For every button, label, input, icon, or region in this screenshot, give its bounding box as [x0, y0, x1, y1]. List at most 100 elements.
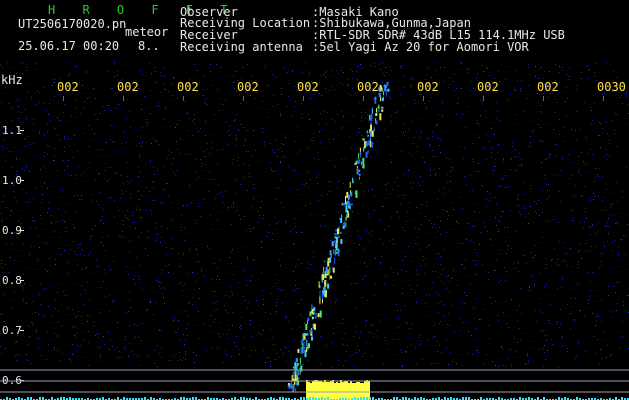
noise-pixel — [509, 276, 510, 277]
noise-pixel — [53, 322, 54, 323]
frequency-tick-mark — [20, 330, 24, 331]
noise-pixel — [517, 320, 518, 321]
noise-pixel — [497, 152, 498, 153]
noise-pixel — [480, 232, 481, 233]
noise-pixel — [310, 264, 311, 265]
noise-pixel — [496, 259, 497, 260]
noise-pixel — [82, 269, 83, 270]
noise-pixel — [271, 169, 272, 170]
noise-pixel — [392, 239, 393, 240]
noise-pixel — [443, 269, 444, 270]
noise-pixel — [28, 326, 29, 327]
noise-pixel — [319, 131, 320, 132]
noise-pixel — [53, 237, 54, 238]
noise-pixel — [214, 179, 215, 180]
noise-pixel — [390, 154, 391, 155]
noise-pixel — [88, 342, 89, 343]
meteor-echo-segment — [342, 222, 344, 226]
noise-pixel — [341, 128, 342, 129]
noise-pixel — [418, 118, 419, 119]
noise-pixel — [285, 221, 286, 222]
noise-pixel — [198, 203, 199, 204]
noise-pixel — [175, 127, 176, 128]
noise-pixel — [155, 71, 156, 72]
noise-pixel — [131, 180, 132, 181]
noise-pixel — [421, 224, 422, 225]
noise-pixel — [612, 205, 613, 206]
noise-pixel — [194, 64, 195, 65]
noise-pixel — [239, 354, 240, 355]
noise-pixel — [196, 262, 197, 263]
noise-pixel — [547, 158, 548, 159]
noise-pixel — [179, 283, 180, 284]
noise-pixel — [5, 348, 6, 349]
noise-pixel — [314, 270, 315, 271]
noise-pixel — [110, 167, 111, 168]
noise-pixel — [109, 295, 110, 296]
noise-pixel — [86, 267, 87, 268]
noise-pixel — [162, 293, 163, 294]
noise-pixel — [335, 302, 336, 303]
noise-pixel — [11, 210, 12, 211]
noise-pixel — [530, 348, 531, 349]
noise-pixel — [254, 188, 255, 189]
noise-pixel — [492, 245, 493, 246]
noise-pixel — [346, 121, 347, 122]
mode-label: meteor — [125, 25, 169, 39]
noise-pixel — [205, 156, 206, 157]
noise-pixel — [412, 78, 413, 79]
meteor-echo-segment — [297, 370, 300, 376]
noise-pixel — [263, 350, 264, 351]
noise-pixel — [498, 358, 499, 359]
meteor-echo-segment — [330, 275, 333, 279]
noise-pixel — [466, 227, 467, 228]
noise-pixel — [466, 322, 467, 323]
noise-pixel — [285, 317, 286, 318]
noise-pixel — [142, 142, 143, 143]
noise-pixel — [566, 115, 567, 116]
noise-pixel — [76, 333, 77, 334]
noise-pixel — [585, 208, 586, 209]
noise-pixel — [96, 201, 97, 202]
noise-pixel — [162, 202, 163, 203]
noise-pixel — [479, 137, 480, 138]
noise-pixel — [171, 360, 172, 361]
noise-pixel — [84, 133, 85, 134]
noise-pixel — [28, 360, 29, 361]
noise-pixel — [283, 353, 284, 354]
noise-pixel — [34, 221, 35, 222]
noise-pixel — [381, 256, 382, 257]
noise-pixel — [262, 101, 263, 102]
noise-pixel — [476, 260, 477, 261]
noise-pixel — [252, 312, 253, 313]
noise-pixel — [393, 339, 394, 340]
noise-pixel — [605, 226, 606, 227]
noise-pixel — [524, 206, 525, 207]
noise-pixel — [519, 305, 520, 306]
noise-pixel — [449, 291, 450, 292]
noise-pixel — [530, 136, 531, 137]
noise-pixel — [360, 332, 361, 333]
noise-pixel — [83, 108, 84, 109]
noise-pixel — [562, 158, 563, 159]
noise-pixel — [361, 117, 362, 118]
noise-pixel — [403, 87, 404, 88]
noise-pixel — [185, 353, 186, 354]
noise-pixel — [47, 145, 48, 146]
noise-pixel — [592, 225, 593, 226]
noise-pixel — [451, 305, 452, 306]
noise-pixel — [462, 243, 463, 244]
noise-pixel — [194, 325, 195, 326]
noise-pixel — [432, 136, 433, 137]
noise-pixel — [344, 295, 345, 296]
noise-pixel — [328, 181, 329, 182]
noise-pixel — [546, 284, 547, 285]
noise-pixel — [101, 361, 102, 362]
noise-pixel — [198, 206, 199, 207]
noise-pixel — [6, 207, 7, 208]
noise-pixel — [181, 313, 182, 314]
meteor-echo-segment — [369, 141, 371, 148]
noise-pixel — [604, 156, 605, 157]
noise-pixel — [35, 187, 36, 188]
noise-pixel — [409, 153, 410, 154]
